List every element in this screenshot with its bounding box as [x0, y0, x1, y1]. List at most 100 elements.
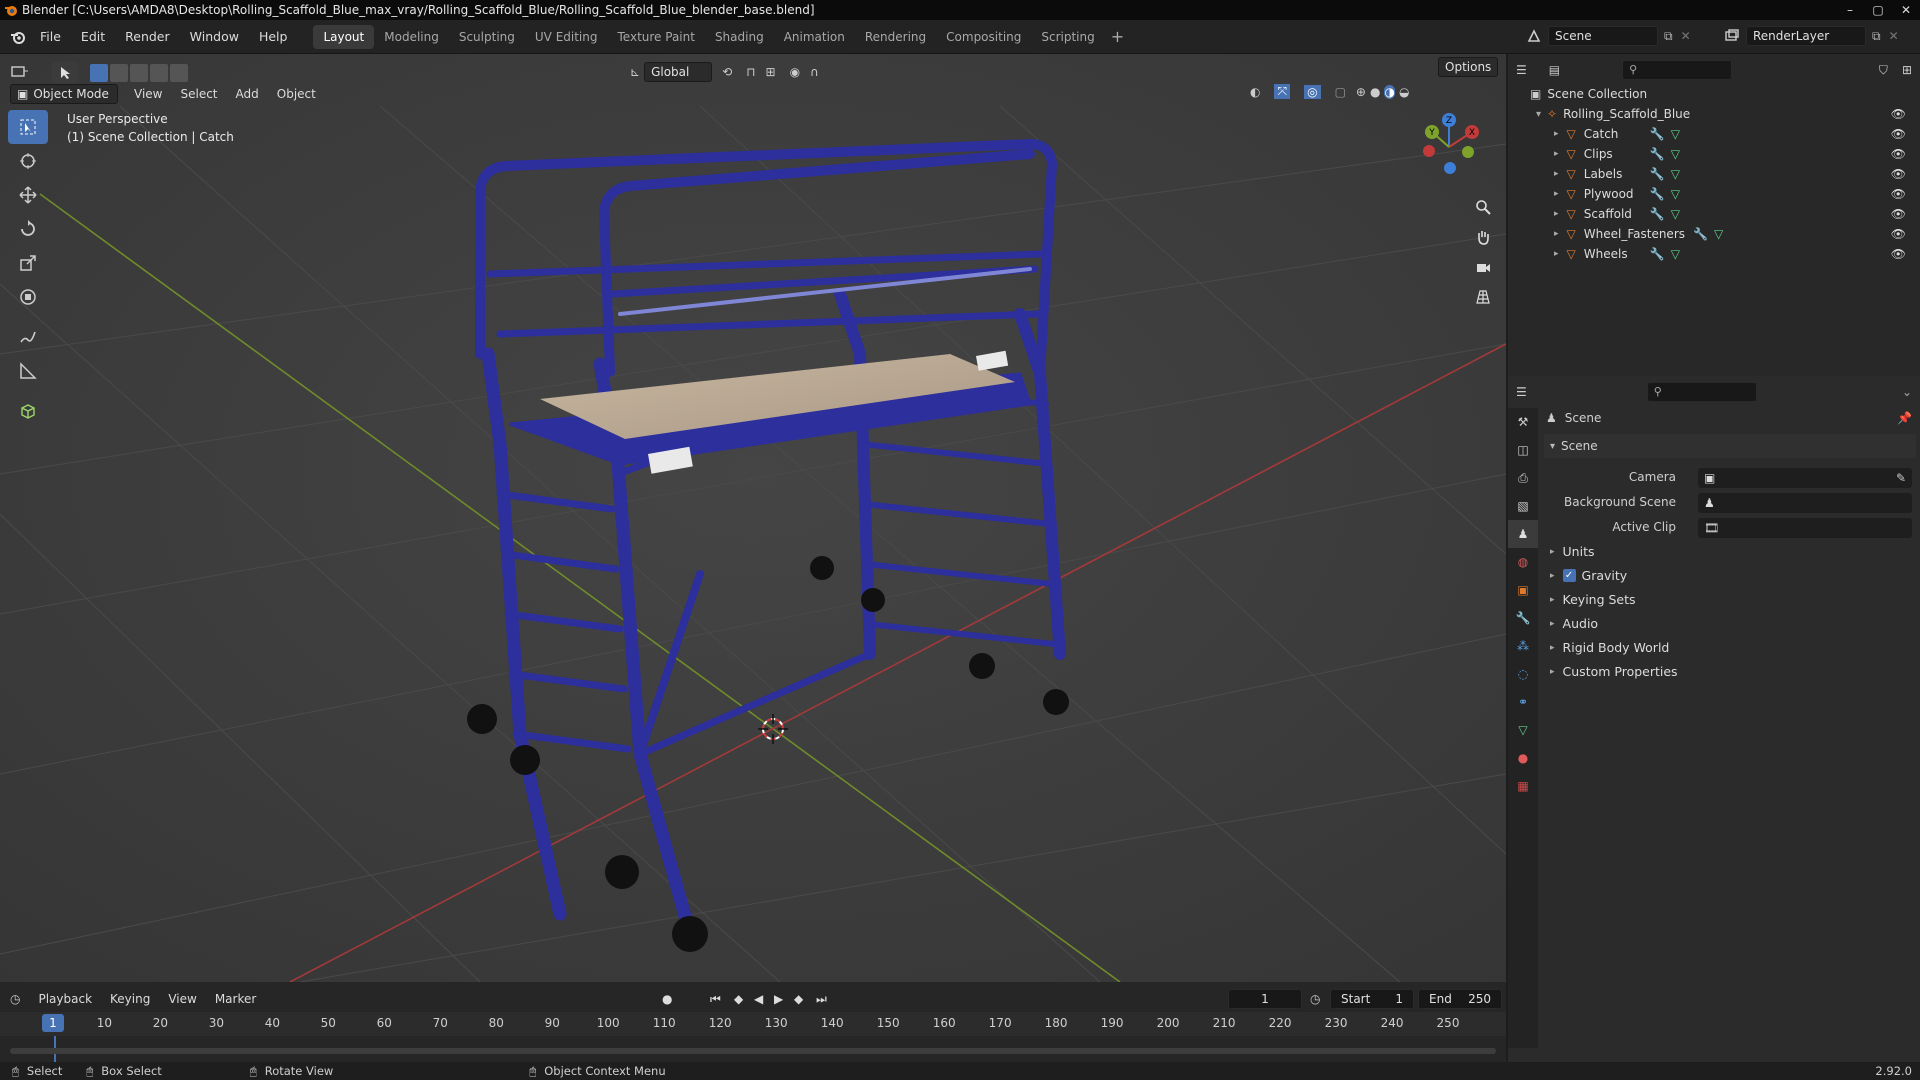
mesh-data-icon[interactable]: ▽ — [1671, 147, 1680, 161]
outliner-collection-row[interactable]: ▾ ✧ Rolling_Scaffold_Blue 👁 — [1508, 104, 1920, 124]
select-mode-invert-icon[interactable] — [150, 64, 168, 82]
world-tab-icon[interactable]: ◍ — [1508, 548, 1538, 576]
cursor-tool-icon[interactable] — [8, 144, 48, 178]
viewport-canvas[interactable] — [0, 54, 1506, 982]
active-clip-field[interactable]: 🎞 — [1698, 518, 1912, 538]
tool-select-icon[interactable] — [52, 62, 78, 84]
scene-tab-icon[interactable]: ♟ — [1508, 520, 1538, 548]
view-layer-tab-icon[interactable]: ▧ — [1508, 492, 1538, 520]
new-renderlayer-icon[interactable]: ⧉ — [1872, 29, 1881, 44]
pan-hand-icon[interactable] — [1468, 222, 1498, 252]
panel-audio[interactable]: ▸ Audio — [1544, 616, 1598, 631]
add-cube-tool-icon[interactable] — [8, 394, 48, 428]
rotate-tool-icon[interactable] — [8, 212, 48, 246]
modifier-tab-icon[interactable]: 🔧 — [1508, 604, 1538, 632]
new-collection-icon[interactable]: ⊞ — [1902, 63, 1912, 77]
modifier-icon[interactable]: 🔧 — [1650, 187, 1665, 201]
tab-modeling[interactable]: Modeling — [374, 25, 449, 49]
modifier-icon[interactable]: 🔧 — [1650, 207, 1665, 221]
mesh-data-icon[interactable]: ▽ — [1671, 247, 1680, 261]
menu-edit[interactable]: Edit — [81, 29, 105, 44]
camera-field[interactable]: ▣ ✎ — [1698, 468, 1912, 488]
jump-end-icon[interactable]: ⏭ — [816, 992, 827, 1007]
minimize-icon[interactable]: – — [1836, 0, 1864, 20]
shading-rendered-icon[interactable]: ◒ — [1399, 85, 1409, 99]
menu-window[interactable]: Window — [190, 29, 239, 44]
scene-panel-header[interactable]: ▾ Scene — [1544, 434, 1916, 458]
select-mode-extend-icon[interactable] — [110, 64, 128, 82]
tab-uv-editing[interactable]: UV Editing — [525, 25, 608, 49]
play-reverse-icon[interactable]: ◀ — [754, 992, 763, 1006]
properties-editor-icon[interactable]: ☰ — [1516, 385, 1527, 399]
panel-gravity[interactable]: ▸ ✓ Gravity — [1544, 568, 1627, 583]
scale-tool-icon[interactable] — [8, 246, 48, 280]
menu-timeline-view[interactable]: View — [168, 992, 196, 1006]
menu-file[interactable]: File — [40, 29, 61, 44]
visibility-icon[interactable]: ◐ — [1250, 85, 1260, 99]
tab-rendering[interactable]: Rendering — [855, 25, 936, 49]
render-tab-icon[interactable]: ◫ — [1508, 436, 1538, 464]
outliner-item-wheel-fasteners[interactable]: ▸ ▽ Wheel_Fasteners 🔧 ▽ 👁 — [1508, 224, 1920, 244]
menu-object[interactable]: Object — [277, 87, 316, 101]
expand-arrow-icon[interactable]: ▸ — [1554, 129, 1559, 139]
preview-range-icon[interactable]: ◷ — [1310, 992, 1320, 1006]
eye-icon[interactable]: 👁 — [1891, 247, 1906, 261]
outliner-item-catch[interactable]: ▸ ▽ Catch 🔧 ▽ 👁 — [1508, 124, 1920, 144]
expand-arrow-icon[interactable]: ▸ — [1554, 149, 1559, 159]
particles-tab-icon[interactable]: ⁂ — [1508, 632, 1538, 660]
menu-marker[interactable]: Marker — [215, 992, 256, 1006]
timeline-editor-icon[interactable]: ◷ — [10, 992, 20, 1006]
maximize-icon[interactable]: ▢ — [1864, 0, 1892, 20]
gravity-checkbox[interactable]: ✓ — [1562, 569, 1576, 582]
menu-playback[interactable]: Playback — [38, 992, 92, 1006]
move-tool-icon[interactable] — [8, 178, 48, 212]
tool-tab-icon[interactable]: ⚒ — [1508, 408, 1538, 436]
outliner-search-input[interactable]: ⚲ — [1622, 60, 1733, 80]
renderlayer-selector[interactable]: RenderLayer — [1746, 26, 1866, 46]
object-mode-dropdown[interactable]: ▣ Object Mode — [10, 84, 118, 104]
properties-search-input[interactable]: ⚲ — [1646, 382, 1757, 402]
mesh-data-icon[interactable]: ▽ — [1671, 187, 1680, 201]
modifier-icon[interactable]: 🔧 — [1650, 167, 1665, 181]
eye-icon[interactable]: 👁 — [1891, 227, 1906, 241]
mesh-data-icon[interactable]: ▽ — [1671, 167, 1680, 181]
material-tab-icon[interactable]: ● — [1508, 744, 1538, 772]
data-tab-icon[interactable]: ▽ — [1508, 716, 1538, 744]
outliner-item-clips[interactable]: ▸ ▽ Clips 🔧 ▽ 👁 — [1508, 144, 1920, 164]
options-chevron-icon[interactable]: ⌄ — [1902, 385, 1912, 399]
next-keyframe-icon[interactable]: ◆ — [794, 992, 803, 1006]
background-scene-field[interactable]: ♟ — [1698, 493, 1912, 513]
select-mode-new-icon[interactable] — [90, 64, 108, 82]
frame-ruler[interactable]: 1102030405060708090100110120130140150160… — [0, 1012, 1506, 1036]
pin-icon[interactable]: 📌 — [1897, 411, 1912, 425]
eyedropper-icon[interactable]: ✎ — [1896, 471, 1906, 485]
eye-icon[interactable]: 👁 — [1891, 207, 1906, 221]
camera-view-icon[interactable] — [1468, 252, 1498, 282]
remove-scene-icon[interactable]: ✕ — [1681, 29, 1691, 43]
eye-icon[interactable]: 👁 — [1891, 187, 1906, 201]
snap-icon[interactable]: ⊓ — [746, 65, 755, 79]
scene-selector[interactable]: Scene — [1548, 26, 1658, 46]
renderlayer-icon[interactable] — [1724, 28, 1740, 44]
prev-keyframe-icon[interactable]: ◆ — [734, 992, 743, 1006]
object-tab-icon[interactable]: ▣ — [1508, 576, 1538, 604]
expand-arrow-icon[interactable]: ▸ — [1554, 249, 1559, 259]
menu-select[interactable]: Select — [180, 87, 217, 101]
shading-solid-icon[interactable]: ● — [1370, 85, 1380, 99]
modifier-icon[interactable]: 🔧 — [1693, 227, 1708, 241]
panel-rigid-body-world[interactable]: ▸ Rigid Body World — [1544, 640, 1669, 655]
editor-type-icon[interactable] — [10, 63, 30, 83]
panel-units[interactable]: ▸ Units — [1544, 544, 1595, 559]
transform-tool-icon[interactable] — [8, 280, 48, 314]
xray-icon[interactable]: ▢ — [1335, 85, 1346, 99]
modifier-icon[interactable]: 🔧 — [1650, 147, 1665, 161]
add-workspace-icon[interactable]: + — [1111, 27, 1124, 46]
outliner-scene-collection[interactable]: ▣ Scene Collection — [1508, 84, 1920, 104]
tab-shading[interactable]: Shading — [705, 25, 774, 49]
remove-renderlayer-icon[interactable]: ✕ — [1889, 29, 1899, 43]
shading-wireframe-icon[interactable]: ⊕ — [1356, 85, 1366, 99]
modifier-icon[interactable]: 🔧 — [1650, 127, 1665, 141]
options-dropdown[interactable]: Options — [1438, 57, 1499, 77]
jump-start-icon[interactable]: ⏮ — [710, 992, 721, 1007]
snap-target-icon[interactable]: ⊞ — [766, 65, 776, 79]
